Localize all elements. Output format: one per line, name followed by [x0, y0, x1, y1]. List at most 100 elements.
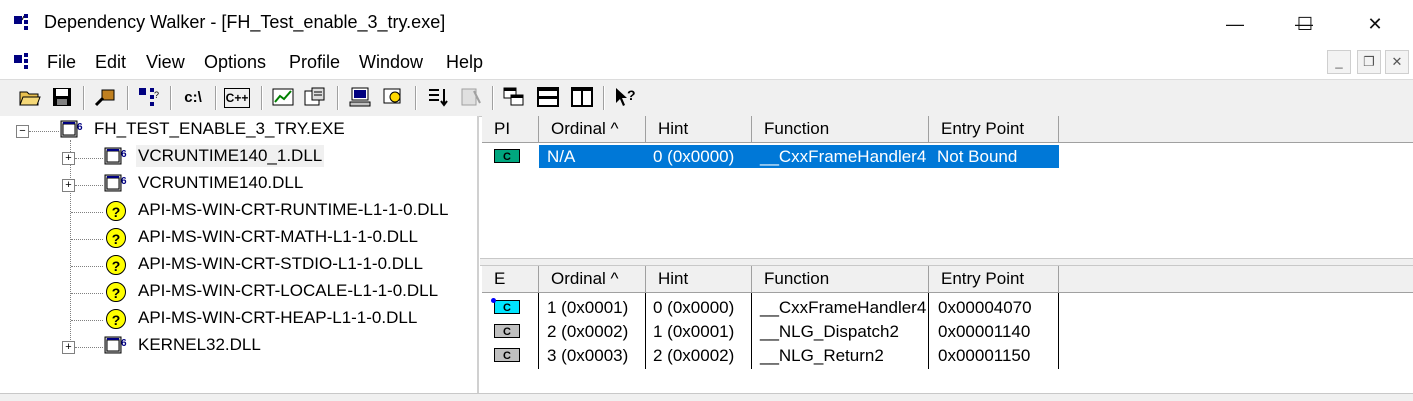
search-icon	[383, 88, 401, 104]
menu-bar: File Edit View Options Profile Window He…	[0, 48, 1413, 78]
document-system-menu-icon[interactable]	[14, 53, 34, 71]
menu-help[interactable]: Help	[446, 52, 483, 73]
column-header-entry-point[interactable]: Entry Point	[929, 116, 1059, 143]
search-button[interactable]	[381, 84, 407, 110]
menu-options[interactable]: Options	[204, 52, 266, 73]
hint-cell: 0 (0x0000)	[645, 145, 752, 168]
column-header-function[interactable]: Function	[752, 266, 929, 293]
tree-expand-button[interactable]: +	[62, 179, 75, 192]
window-close-button[interactable]: ✕	[1352, 8, 1398, 40]
called-marker-icon	[491, 298, 496, 303]
path-icon: c:\	[184, 88, 202, 106]
tree-item-vcruntime140[interactable]: VCRUNTIME140.DLL	[138, 173, 303, 193]
ordinal-cell: N/A	[539, 145, 645, 168]
cascade-button[interactable]	[501, 84, 527, 110]
table-row[interactable]: C N/A 0 (0x0000) __CxxFrameHandler4 Not …	[482, 145, 1060, 168]
table-row[interactable]: C 1 (0x0001) 0 (0x0000) __CxxFrameHandle…	[482, 296, 1060, 319]
column-header-ordinal[interactable]: Ordinal ^	[539, 266, 646, 293]
undecorate-cpp-button[interactable]: C++	[224, 88, 250, 108]
missing-module-icon: ?	[106, 201, 126, 221]
context-help-icon: ?	[616, 87, 636, 106]
tree-expand-button[interactable]: +	[62, 341, 75, 354]
function-cell: __CxxFrameHandler4	[752, 145, 929, 168]
find-icon	[94, 89, 115, 107]
cascade-icon	[503, 87, 524, 106]
window-maximize-icon: ☐	[1296, 14, 1314, 34]
table-row[interactable]: C 3 (0x0003) 2 (0x0002) __NLG_Return2 0x…	[482, 344, 1060, 367]
menu-view[interactable]: View	[146, 52, 185, 73]
tree-collapse-button[interactable]: −	[16, 125, 29, 138]
tree-item-crt-stdio[interactable]: API-MS-WIN-CRT-STDIO-L1-1-0.DLL	[138, 254, 423, 274]
svg-text:6: 6	[121, 338, 127, 349]
column-header-function[interactable]: Function	[752, 116, 929, 143]
chart-button[interactable]	[270, 84, 296, 110]
column-header-e[interactable]: E	[482, 266, 539, 293]
tile-vertical-button[interactable]	[569, 84, 595, 110]
ordinal-cell: 1 (0x0001)	[547, 298, 629, 317]
save-button[interactable]	[49, 84, 75, 110]
mdi-close-icon: ✕	[1391, 54, 1403, 69]
tile-horizontal-button[interactable]	[535, 84, 561, 110]
tree-item-crt-runtime[interactable]: API-MS-WIN-CRT-RUNTIME-L1-1-0.DLL	[138, 200, 448, 220]
toolbar-separator	[603, 86, 605, 110]
toolbar-separator	[127, 86, 129, 110]
exports-list[interactable]: E Ordinal ^ Hint Function Entry Point C …	[482, 266, 1413, 392]
ordinal-cell: 2 (0x0002)	[547, 322, 629, 341]
tree-item-crt-math[interactable]: API-MS-WIN-CRT-MATH-L1-1-0.DLL	[138, 227, 418, 247]
tile-horizontal-icon	[537, 87, 559, 107]
tree-item-crt-locale[interactable]: API-MS-WIN-CRT-LOCALE-L1-1-0.DLL	[138, 281, 438, 301]
menu-file[interactable]: File	[47, 52, 76, 73]
column-header-ordinal[interactable]: Ordinal ^	[539, 116, 646, 143]
tree-item-kernel32[interactable]: KERNEL32.DLL	[138, 335, 261, 355]
c-function-icon: C	[494, 348, 520, 362]
table-row[interactable]: C 2 (0x0002) 1 (0x0001) __NLG_Dispatch2 …	[482, 320, 1060, 343]
tree-icon: ?	[139, 88, 159, 106]
column-header-hint[interactable]: Hint	[646, 266, 752, 293]
missing-module-icon: ?	[106, 309, 126, 329]
svg-text:6: 6	[121, 149, 127, 160]
column-header-pi[interactable]: PI	[482, 116, 539, 143]
menu-profile[interactable]: Profile	[289, 52, 340, 73]
window-maximize-button[interactable]: ☐	[1282, 8, 1328, 40]
mdi-minimize-icon: _	[1335, 54, 1343, 69]
window-title: Dependency Walker - [FH_Test_enable_3_tr…	[44, 12, 446, 32]
toolbar-separator	[215, 86, 217, 110]
mdi-minimize-button[interactable]: _	[1327, 50, 1351, 74]
module-tree[interactable]: − 6 FH_TEST_ENABLE_3_TRY.EXE + 6 VCRUNTI…	[0, 116, 479, 394]
tree-item-crt-heap[interactable]: API-MS-WIN-CRT-HEAP-L1-1-0.DLL	[138, 308, 417, 328]
menu-edit[interactable]: Edit	[95, 52, 126, 73]
tree-expand-button[interactable]: +	[62, 152, 75, 165]
mdi-restore-button[interactable]: ❐	[1357, 50, 1381, 74]
window-minimize-button[interactable]: —	[1212, 8, 1258, 40]
function-cell: __CxxFrameHandler4	[760, 298, 927, 317]
svg-text:6: 6	[121, 176, 127, 187]
title-bar: Dependency Walker - [FH_Test_enable_3_tr…	[0, 0, 1413, 48]
context-help-button[interactable]: ?	[613, 84, 639, 110]
missing-module-icon: ?	[106, 228, 126, 248]
svg-text:6: 6	[77, 122, 83, 133]
imports-list[interactable]: PI Ordinal ^ Hint Function Entry Point C…	[482, 116, 1413, 258]
column-header-entry-point[interactable]: Entry Point	[929, 266, 1059, 293]
svg-text:?: ?	[154, 90, 159, 100]
hint-cell: 0 (0x0000)	[653, 298, 735, 317]
save-icon	[53, 88, 71, 106]
mdi-close-button[interactable]: ✕	[1385, 50, 1409, 74]
dll-module-icon: 6	[104, 336, 127, 354]
window-close-icon: ✕	[1367, 14, 1383, 34]
tree-root-label[interactable]: FH_TEST_ENABLE_3_TRY.EXE	[94, 119, 345, 139]
column-header-hint[interactable]: Hint	[646, 116, 752, 143]
auto-expand-button[interactable]	[458, 84, 484, 110]
open-button[interactable]	[17, 84, 43, 110]
properties-button[interactable]	[302, 84, 328, 110]
toolbar-separator	[415, 86, 417, 110]
full-paths-button[interactable]: c:\	[180, 84, 206, 110]
pane-splitter[interactable]	[480, 258, 1413, 266]
find-button[interactable]	[92, 84, 118, 110]
tree-item-vcruntime140-1[interactable]: VCRUNTIME140_1.DLL	[136, 145, 325, 167]
toolbar-separator	[337, 86, 339, 110]
system-info-button[interactable]	[347, 84, 373, 110]
sort-button[interactable]	[425, 84, 451, 110]
cpp-icon: C++	[225, 91, 249, 105]
menu-window[interactable]: Window	[359, 52, 423, 73]
tree-view-button[interactable]: ?	[136, 84, 162, 110]
